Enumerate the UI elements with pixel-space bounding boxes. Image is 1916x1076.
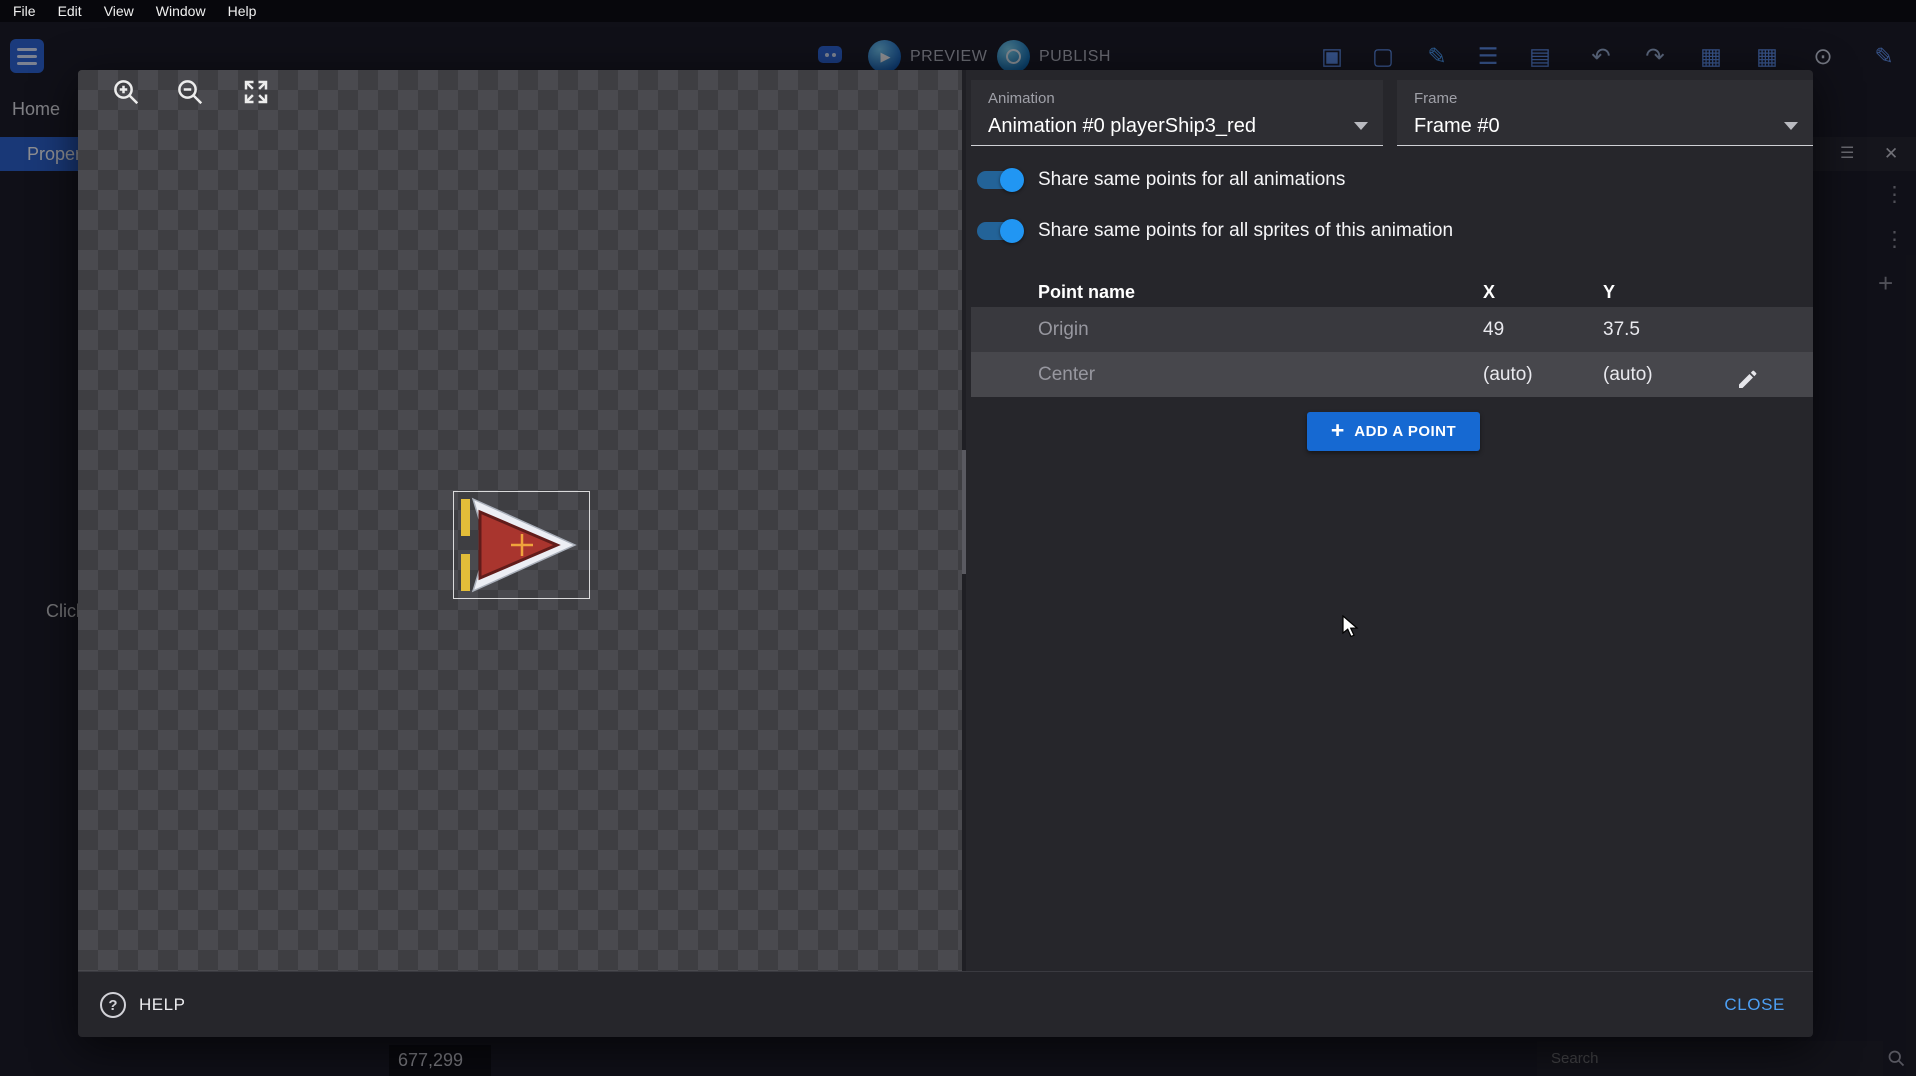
header-y: Y — [1603, 275, 1615, 309]
menu-bar: File Edit View Window Help — [0, 0, 1916, 22]
toggle-label: Share same points for all animations — [1038, 162, 1345, 198]
zoom-in-icon — [111, 77, 141, 107]
help-button[interactable]: ? HELP — [100, 972, 185, 1038]
chevron-down-icon — [1354, 122, 1368, 130]
add-point-label: ADD A POINT — [1354, 423, 1456, 440]
points-canvas[interactable] — [78, 70, 962, 971]
pencil-icon — [1736, 367, 1760, 391]
share-points-all-sprites-toggle[interactable] — [977, 222, 1022, 240]
close-button[interactable]: CLOSE — [1724, 972, 1785, 1038]
toggle-label: Share same points for all sprites of thi… — [1038, 213, 1453, 249]
menu-view[interactable]: View — [93, 3, 145, 19]
help-label: HELP — [139, 995, 185, 1015]
sprite-frame[interactable] — [453, 491, 590, 599]
animation-select-label: Animation — [988, 90, 1055, 107]
table-row-center[interactable]: Center (auto) (auto) — [971, 352, 1813, 397]
edit-point-button[interactable] — [1736, 363, 1760, 387]
expand-icon — [241, 77, 271, 107]
header-x: X — [1483, 275, 1495, 309]
help-icon: ? — [100, 992, 126, 1018]
point-name-cell: Origin — [1038, 307, 1089, 352]
menu-help[interactable]: Help — [217, 3, 268, 19]
point-x-cell[interactable]: (auto) — [1483, 352, 1533, 397]
menu-edit[interactable]: Edit — [47, 3, 93, 19]
point-name-cell: Center — [1038, 352, 1095, 397]
menu-file[interactable]: File — [2, 3, 47, 19]
point-y-cell[interactable]: (auto) — [1603, 352, 1653, 397]
point-x-cell[interactable]: 49 — [1483, 307, 1504, 352]
header-point-name: Point name — [1038, 275, 1135, 309]
toggle-row-all-sprites: Share same points for all sprites of thi… — [966, 213, 1813, 249]
toggle-row-all-animations: Share same points for all animations — [966, 162, 1813, 198]
animation-select-value: Animation #0 playerShip3_red — [988, 115, 1256, 138]
point-y-cell[interactable]: 37.5 — [1603, 307, 1640, 352]
points-panel: Animation Animation #0 playerShip3_red F… — [966, 70, 1813, 971]
zoom-in-button[interactable] — [109, 75, 143, 109]
points-table-header: Point name X Y — [966, 275, 1813, 309]
edit-points-dialog: Animation Animation #0 playerShip3_red F… — [78, 70, 1813, 1037]
fit-to-screen-button[interactable] — [239, 75, 273, 109]
frame-select[interactable]: Frame Frame #0 — [1397, 80, 1813, 146]
player-ship-sprite — [454, 492, 589, 598]
plus-icon: + — [1331, 419, 1344, 442]
add-point-button[interactable]: + ADD A POINT — [1307, 412, 1480, 451]
animation-select[interactable]: Animation Animation #0 playerShip3_red — [971, 80, 1383, 146]
mouse-cursor — [1342, 615, 1359, 638]
menu-window[interactable]: Window — [145, 3, 217, 19]
share-points-all-animations-toggle[interactable] — [977, 171, 1022, 189]
chevron-down-icon — [1784, 122, 1798, 130]
frame-select-value: Frame #0 — [1414, 115, 1500, 138]
table-row-origin[interactable]: Origin 49 37.5 — [971, 307, 1813, 352]
dialog-footer: ? HELP CLOSE — [78, 971, 1813, 1037]
zoom-out-icon — [175, 77, 205, 107]
zoom-out-button[interactable] — [173, 75, 207, 109]
frame-select-label: Frame — [1414, 90, 1457, 107]
